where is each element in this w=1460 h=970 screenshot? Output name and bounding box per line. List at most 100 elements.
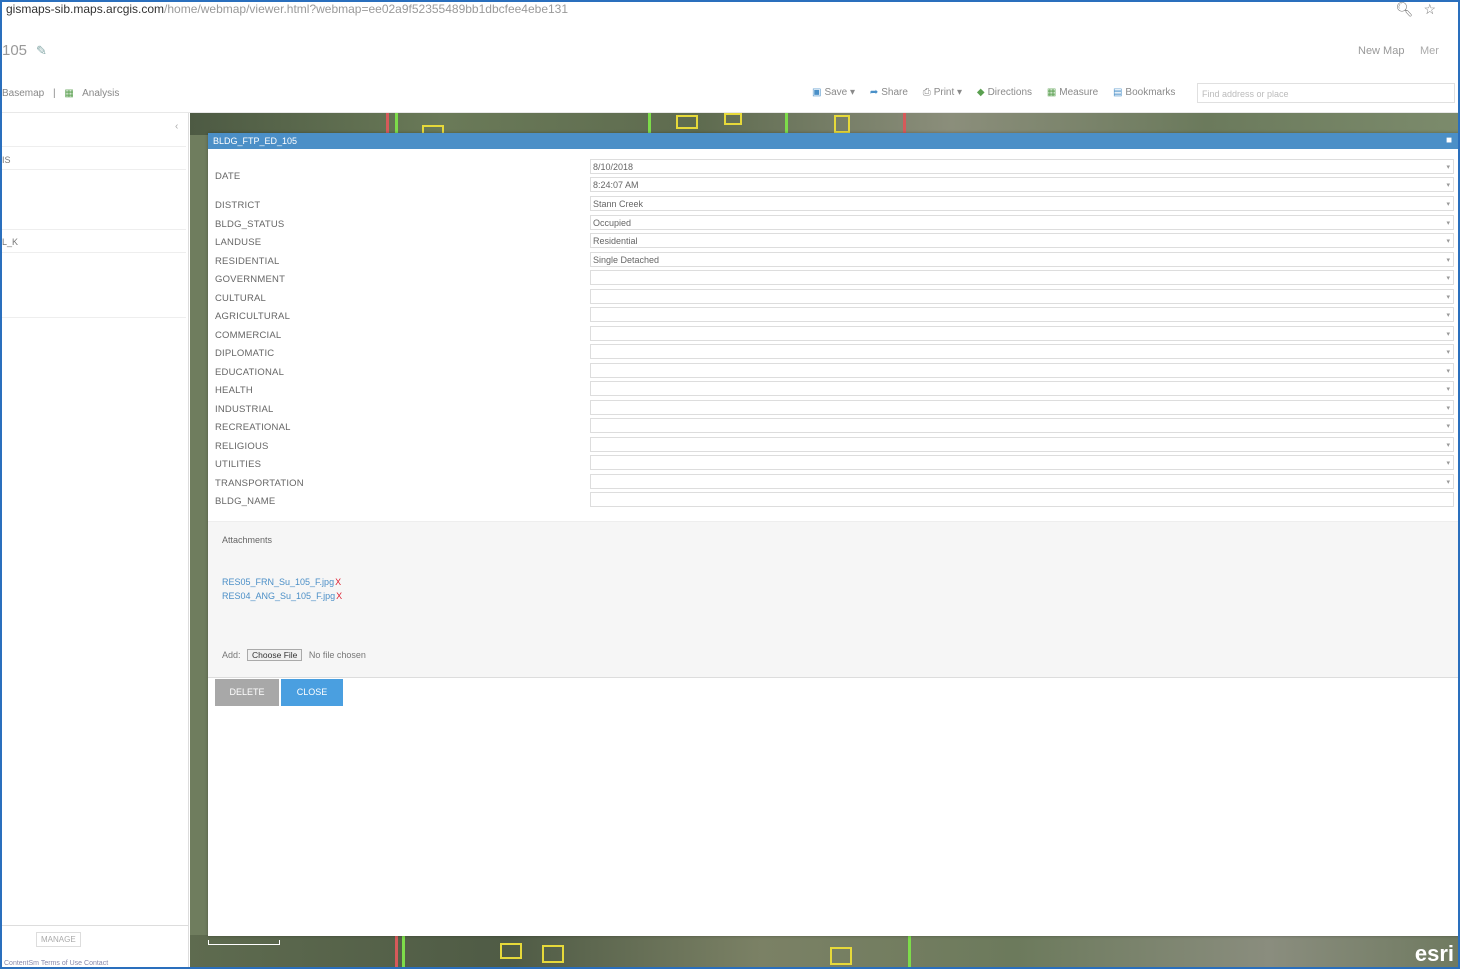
chevron-down-icon[interactable]: ▾ [1446,160,1450,175]
form-row-health: HEALTH ▾ [208,381,1460,399]
list-item-label: L_K [2,237,19,247]
directions-button[interactable]: ◆ Directions [977,87,1032,98]
measure-label: Measure [1059,87,1099,98]
date-field[interactable]: 8/10/2018 ▾ [590,159,1454,174]
save-button[interactable]: ▣ Save ▾ [812,87,855,98]
list-item[interactable] [0,169,186,230]
building-footprint[interactable] [500,943,522,959]
delete-button[interactable]: DELETE [215,679,279,706]
field-label: INDUSTRIAL [215,404,274,415]
district-select[interactable]: Stann Creek ▾ [590,196,1454,211]
search-input[interactable]: Find address or place [1197,83,1455,103]
building-footprint[interactable] [834,115,850,133]
commercial-select[interactable]: ▾ [590,326,1454,341]
chevron-down-icon[interactable]: ▾ [1446,197,1450,212]
form-row-cultural: CULTURAL ▾ [208,289,1460,307]
analysis-button[interactable]: Analysis [82,88,119,99]
delete-attachment-icon[interactable]: X [336,591,342,601]
bldg-name-field[interactable] [590,492,1454,507]
field-value: Single Detached [593,255,660,265]
chevron-down-icon[interactable]: ▾ [1446,290,1450,305]
attachment-link[interactable]: RES05_FRN_Su_105_F.jpg [222,577,334,587]
map-imagery-top [190,113,1460,135]
chevron-down-icon[interactable]: ▾ [1446,308,1450,323]
chevron-down-icon[interactable]: ▾ [1446,456,1450,471]
form-row-residential: RESIDENTIAL Single Detached ▾ [208,252,1460,270]
star-icon[interactable]: ☆ [1423,1,1446,17]
attachment-link[interactable]: RES04_ANG_Su_105_F.jpg [222,591,335,601]
residential-select[interactable]: Single Detached ▾ [590,252,1454,267]
url-text[interactable]: gismaps-sib.maps.arcgis.com/home/webmap/… [6,2,568,16]
chevron-down-icon[interactable]: ▾ [1446,419,1450,434]
print-button[interactable]: ⎙ Print ▾ [923,87,962,98]
manage-button[interactable]: MANAGE [36,932,81,947]
chevron-down-icon[interactable]: ▾ [1446,401,1450,416]
measure-button[interactable]: ▦ Measure [1047,87,1098,98]
chevron-down-icon[interactable]: ▾ [1446,327,1450,342]
pencil-icon[interactable]: ✎ [36,43,47,59]
field-label: LANDUSE [215,237,262,248]
agricultural-select[interactable]: ▾ [590,307,1454,322]
field-value: Occupied [593,218,632,228]
chevron-down-icon[interactable]: ▾ [1446,364,1450,379]
field-label: AGRICULTURAL [215,311,291,322]
collapse-panel-icon[interactable]: ‹ [175,121,178,132]
chevron-down-icon[interactable]: ▾ [1446,475,1450,490]
transportation-select[interactable]: ▾ [590,474,1454,489]
title-row: 105 ✎ New Map Mer [0,26,1460,76]
parcel-line [785,113,788,133]
health-select[interactable]: ▾ [590,381,1454,396]
list-item[interactable]: L_K [0,230,186,253]
choose-file-button[interactable]: Choose File [247,649,303,661]
building-footprint[interactable] [676,115,698,129]
field-value: Residential [593,236,638,246]
bldg-status-select[interactable]: Occupied ▾ [590,215,1454,230]
footer-links[interactable]: ContentSm Terms of Use Contact [4,960,108,967]
share-label: Share [881,87,908,98]
religious-select[interactable]: ▾ [590,437,1454,452]
cultural-select[interactable]: ▾ [590,289,1454,304]
recreational-select[interactable]: ▾ [590,418,1454,433]
field-value: 8/10/2018 [593,162,634,172]
chevron-down-icon[interactable]: ▾ [1446,234,1450,249]
zoom-icon[interactable]: 🔍︎ [1396,1,1424,17]
list-item-label: IS [2,155,11,165]
utilities-select[interactable]: ▾ [590,455,1454,470]
chevron-down-icon[interactable]: ▾ [1446,216,1450,231]
form-row-landuse: LANDUSE Residential ▾ [208,233,1460,251]
diplomatic-select[interactable]: ▾ [590,344,1454,359]
building-footprint[interactable] [830,947,852,965]
chevron-down-icon[interactable]: ▾ [1446,345,1450,360]
close-icon[interactable]: ■ [1446,133,1452,149]
print-label: Print [933,87,955,98]
chevron-down-icon[interactable]: ▾ [1446,271,1450,286]
bookmarks-button[interactable]: ▤ Bookmarks [1113,87,1175,98]
delete-attachment-icon[interactable]: X [335,577,341,587]
building-footprint[interactable] [724,113,742,125]
chevron-down-icon[interactable]: ▾ [1446,438,1450,453]
field-label: DIPLOMATIC [215,348,275,359]
time-field[interactable]: 8:24:07 AM ▾ [590,177,1454,192]
basemap-button[interactable]: Basemap [2,88,44,99]
popup-title: BLDG_FTP_ED_105 [213,136,298,146]
chevron-down-icon[interactable]: ▾ [1446,253,1450,268]
field-label: DISTRICT [215,200,261,211]
list-item[interactable] [0,253,186,318]
field-label: HEALTH [215,385,253,396]
more-link[interactable]: Mer [1420,45,1439,57]
field-label: BLDG_STATUS [215,219,285,230]
parcel-line [402,935,405,969]
browser-url-bar[interactable]: gismaps-sib.maps.arcgis.com/home/webmap/… [0,0,1460,27]
educational-select[interactable]: ▾ [590,363,1454,378]
list-item[interactable]: IS [0,146,186,170]
no-file-text: No file chosen [308,650,366,660]
new-map-link[interactable]: New Map [1358,45,1404,57]
industrial-select[interactable]: ▾ [590,400,1454,415]
chevron-down-icon[interactable]: ▾ [1446,178,1450,193]
government-select[interactable]: ▾ [590,270,1454,285]
landuse-select[interactable]: Residential ▾ [590,233,1454,248]
close-button[interactable]: CLOSE [281,679,343,706]
share-button[interactable]: ➦ Share [870,87,908,98]
building-footprint[interactable] [542,945,564,963]
chevron-down-icon[interactable]: ▾ [1446,382,1450,397]
